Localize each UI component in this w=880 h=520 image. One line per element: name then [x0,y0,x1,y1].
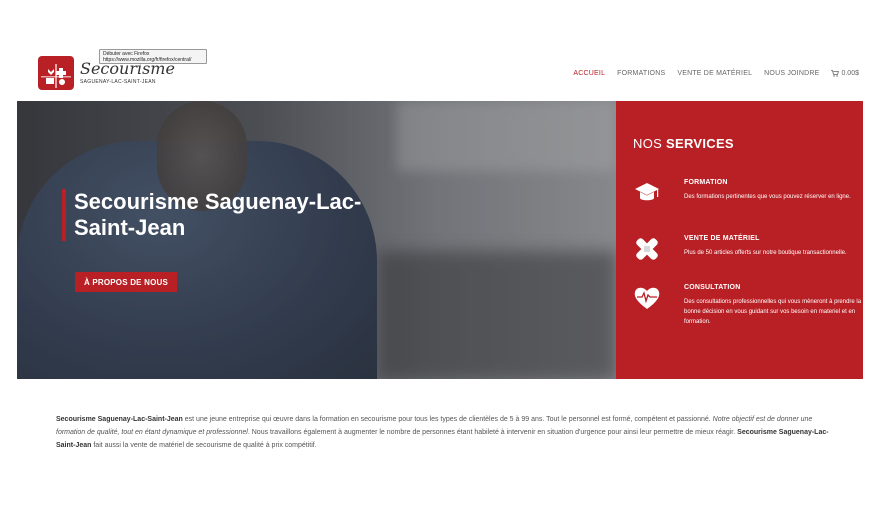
tooltip-url: https://www.mozilla.org/fr/firefox/centr… [103,57,192,63]
intro-text-3: fait aussi la vente de matériel de secou… [91,442,317,449]
services-heading-prefix: NOS [633,136,663,151]
heart-pulse-icon [634,287,660,309]
service-desc: Des consultations professionnelles qui v… [684,299,862,325]
nav-item-nous-joindre[interactable]: NOUS JOINDRE [764,70,819,77]
service-desc: Des formations pertinentes que vous pouv… [684,194,851,200]
site-header: Secourisme SAGUENAY-LAC-SAINT-JEAN Début… [0,0,880,100]
main-nav: ACCUEIL FORMATIONS VENTE DE MATÉRIEL NOU… [573,70,859,77]
shopping-cart-icon [831,70,840,77]
intro-company-name: Secourisme Saguenay-Lac-Saint-Jean [56,416,183,423]
service-title: VENTE DE MATÉRIEL [684,235,760,242]
hero-title: Secourisme Saguenay-Lac-Saint-Jean [62,189,374,241]
intro-text-1: est une jeune entreprise qui œuvre dans … [182,416,713,423]
graduation-cap-icon [635,183,659,201]
intro-paragraph: Secourisme Saguenay-Lac-Saint-Jean est u… [56,413,830,452]
first-aid-kit-icon [38,56,74,90]
service-title: FORMATION [684,179,728,186]
intro-text-2: . Nous travaillons également à augmenter… [247,429,738,436]
about-us-button[interactable]: À PROPOS DE NOUS [75,272,177,292]
nav-item-formations[interactable]: FORMATIONS [617,70,665,77]
services-panel: NOS SERVICES FORMATION Des formations pe… [616,101,863,379]
services-heading: NOS SERVICES [633,136,734,151]
bandage-icon [636,238,658,260]
browser-tooltip: Débuter avec Firefox https://www.mozilla… [99,49,207,64]
cart-link[interactable]: 0.00$ [831,70,859,77]
logo-tagline: SAGUENAY-LAC-SAINT-JEAN [80,79,156,85]
nav-item-vente-materiel[interactable]: VENTE DE MATÉRIEL [677,70,752,77]
services-heading-bold: SERVICES [666,136,734,151]
service-title: CONSULTATION [684,284,741,291]
cart-total: 0.00$ [841,70,859,77]
nav-item-accueil[interactable]: ACCUEIL [573,70,605,77]
hero-banner: Secourisme Saguenay-Lac-Saint-Jean À PRO… [17,101,616,379]
service-desc: Plus de 50 articles offerts sur notre bo… [684,250,847,256]
